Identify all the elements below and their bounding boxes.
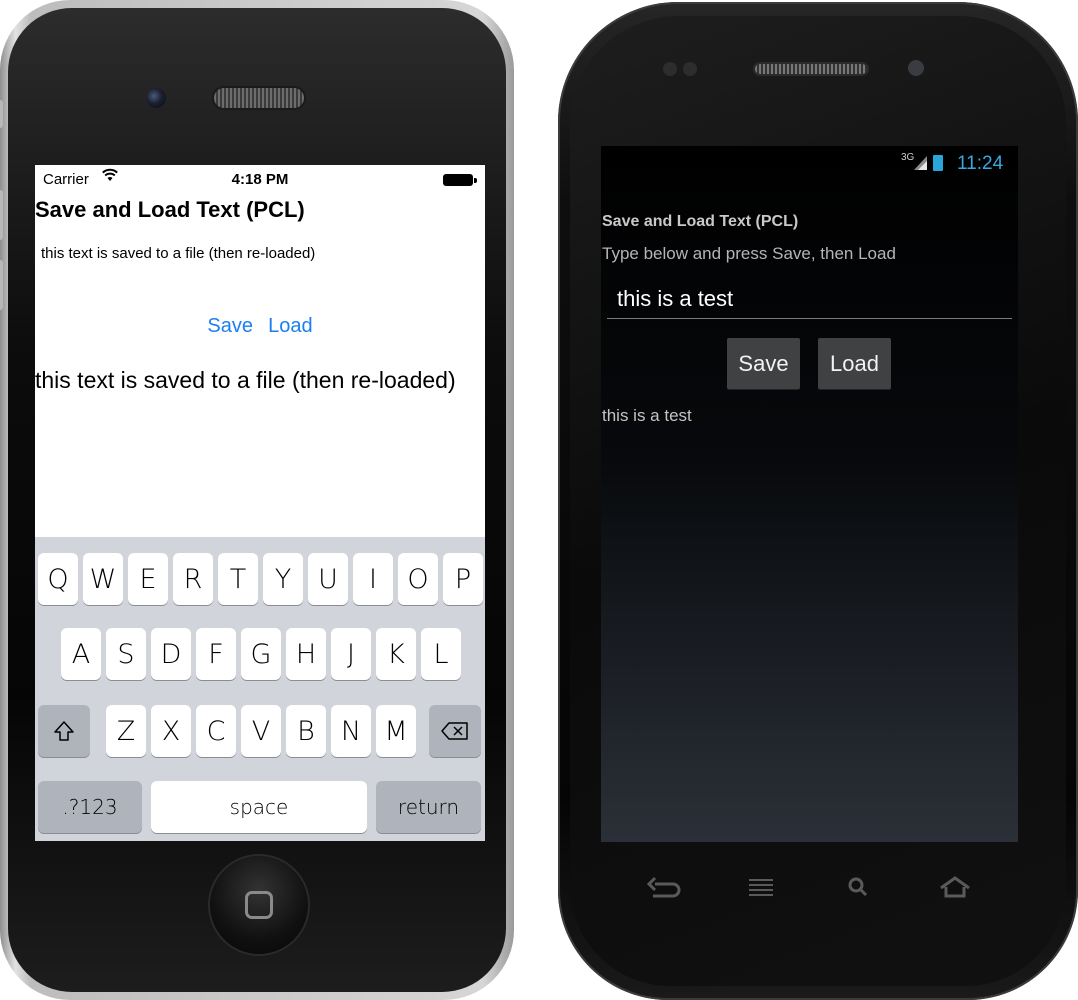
home-icon[interactable] [935, 870, 975, 904]
status-time: 11:24 [957, 153, 1004, 174]
backspace-icon [441, 722, 468, 740]
shift-arrow-icon [54, 721, 74, 741]
volume-down-button [0, 260, 3, 310]
ios-keyboard: Q W E R T Y U I O P A S D F G H J K L Z … [35, 537, 485, 841]
numbers-key[interactable]: .?123 [38, 781, 142, 833]
front-camera [908, 60, 924, 76]
key-v[interactable]: V [241, 705, 281, 757]
key-z[interactable]: Z [106, 705, 146, 757]
ios-screen: Carrier 4:18 PM Save and Load Text (PCL)… [35, 165, 485, 841]
network-type-label: 3G [901, 152, 915, 163]
key-n[interactable]: N [331, 705, 371, 757]
space-key[interactable]: space [151, 781, 367, 833]
text-entry-field[interactable]: this is a test [607, 278, 1012, 319]
key-r[interactable]: R [173, 553, 213, 605]
key-k[interactable]: K [376, 628, 416, 680]
key-q[interactable]: Q [38, 553, 78, 605]
page-title: Save and Load Text (PCL) [35, 197, 305, 222]
battery-charging-icon [933, 155, 943, 171]
return-key[interactable]: return [376, 781, 481, 833]
shift-key[interactable] [38, 705, 90, 757]
key-c[interactable]: C [196, 705, 236, 757]
key-x[interactable]: X [151, 705, 191, 757]
android-status-bar: 3G 11:24 [601, 146, 1018, 180]
status-time: 4:18 PM [231, 171, 289, 188]
key-f[interactable]: F [196, 628, 236, 680]
iphone-device-frame: Carrier 4:18 PM Save and Load Text (PCL)… [0, 0, 514, 1000]
battery-icon [443, 174, 473, 186]
battery-tip [474, 178, 477, 183]
key-m[interactable]: M [376, 705, 416, 757]
result-label: this is a test [602, 406, 692, 425]
key-d[interactable]: D [151, 628, 191, 680]
front-camera [146, 88, 166, 108]
instruction-label: Type below and press Save, then Load [602, 244, 896, 263]
load-button[interactable]: Load [818, 338, 891, 389]
key-h[interactable]: H [286, 628, 326, 680]
ios-status-bar: Carrier 4:18 PM [35, 165, 485, 195]
key-w[interactable]: W [83, 553, 123, 605]
android-device-frame: 3G 11:24 Save and Load Text (PCL) Type b… [558, 2, 1078, 1000]
page-title: Save and Load Text (PCL) [602, 213, 799, 230]
proximity-sensor [663, 62, 677, 76]
home-square-icon [245, 891, 273, 919]
earpiece-speaker [212, 86, 306, 110]
key-j[interactable]: J [331, 628, 371, 680]
key-p[interactable]: P [443, 553, 483, 605]
mute-switch [0, 100, 3, 128]
key-b[interactable]: B [286, 705, 326, 757]
save-button[interactable]: Save [207, 315, 253, 337]
light-sensor [683, 62, 697, 76]
earpiece-speaker [753, 62, 869, 76]
android-screen: 3G 11:24 Save and Load Text (PCL) Type b… [601, 146, 1018, 842]
android-nav-bar [601, 862, 1018, 912]
result-label: this text is saved to a file (then re-lo… [35, 367, 456, 393]
backspace-key[interactable] [429, 705, 481, 757]
volume-up-button [0, 190, 3, 240]
key-l[interactable]: L [421, 628, 461, 680]
signal-icon [914, 156, 927, 170]
text-entry-value: this is a test [617, 286, 734, 311]
save-button[interactable]: Save [727, 338, 800, 389]
load-button[interactable]: Load [268, 315, 313, 337]
key-i[interactable]: I [353, 553, 393, 605]
key-o[interactable]: O [398, 553, 438, 605]
key-u[interactable]: U [308, 553, 348, 605]
key-a[interactable]: A [61, 628, 101, 680]
menu-icon[interactable] [741, 870, 781, 904]
key-g[interactable]: G [241, 628, 281, 680]
key-t[interactable]: T [218, 553, 258, 605]
key-s[interactable]: S [106, 628, 146, 680]
key-e[interactable]: E [128, 553, 168, 605]
button-row: Save Load [35, 315, 485, 338]
text-entry-field[interactable]: this text is saved to a file (then re-lo… [41, 245, 315, 262]
key-y[interactable]: Y [263, 553, 303, 605]
back-icon[interactable] [643, 870, 683, 904]
home-button[interactable] [210, 856, 308, 954]
search-icon[interactable] [838, 870, 878, 904]
